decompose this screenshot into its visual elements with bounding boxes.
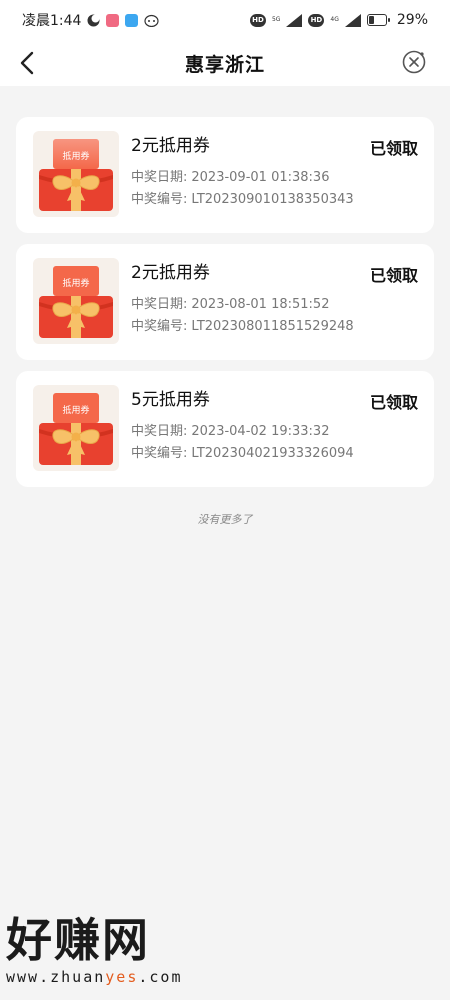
watermark-url-accent: yes [105,968,139,986]
watermark-text: 好赚网 [6,913,150,967]
win-number-label: 中奖编号: [131,319,188,334]
win-number: 中奖编号: LT202309010138350343 [131,188,354,207]
battery-percent: 29% [396,12,428,28]
close-button[interactable] [400,48,428,76]
coupon-image: 抵用券 [33,131,119,217]
hd-badge: HD [249,13,266,27]
no-more-text: 没有更多了 [197,513,253,526]
coupon-image: 抵用券 [33,258,119,344]
win-number-value: LT202308011851529248 [191,319,354,334]
coupon-image: 抵用券 [33,385,119,471]
coupon-card[interactable]: 抵用券 2元抵用券 已领取 中奖日期: 2023-08-01 18:51:52 中… [16,244,434,360]
app-notification-icon [125,13,139,27]
win-date: 中奖日期: 2023-09-01 01:38:36 [131,166,329,185]
signal-icon [286,13,303,27]
nav-bar: 惠享浙江 [0,40,450,86]
moon-icon [87,14,100,26]
back-button[interactable] [14,48,42,78]
status-left: 凌晨1:44 [22,10,160,30]
coupon-image-label: 抵用券 [62,277,89,289]
win-date-label: 中奖日期: [131,170,188,185]
network-type: 4G [330,16,339,23]
coupon-list: 抵用券 2元抵用券 已领取 中奖日期: 2023-09-01 01:38:36 中… [16,117,434,498]
app-notification-icon [106,13,120,27]
watermark-url: www.zhuanyes.com [6,968,206,986]
coupon-title: 2元抵用券 [131,136,210,156]
coupon-status: 已领取 [369,266,418,285]
network-type: 5G [271,16,281,23]
win-number-value: LT202309010138350343 [191,192,354,207]
cat-face-icon [144,14,160,27]
win-date-value: 2023-09-01 01:38:36 [191,170,330,185]
chevron-left-icon [20,51,34,75]
hd-badge: HD [308,13,325,27]
coupon-title: 2元抵用券 [131,263,210,283]
win-date: 中奖日期: 2023-08-01 18:51:52 [131,293,329,312]
coupon-image-label: 抵用券 [62,150,89,162]
win-date-value: 2023-04-02 19:33:32 [191,424,330,439]
win-date: 中奖日期: 2023-04-02 19:33:32 [131,420,329,439]
watermark-url-part: .com [138,968,183,986]
win-date-value: 2023-08-01 18:51:52 [191,297,330,312]
watermark-url-part: www.zhuan [6,968,106,986]
coupon-status: 已领取 [369,393,418,412]
status-time: 凌晨1:44 [22,13,82,29]
coupon-card[interactable]: 抵用券 5元抵用券 已领取 中奖日期: 2023-04-02 19:33:32 中… [16,371,434,487]
coupon-card[interactable]: 抵用券 2元抵用券 已领取 中奖日期: 2023-09-01 01:38:36 中… [16,117,434,233]
status-right: HD 5G HD 4G 29% [249,12,428,28]
coupon-image-label: 抵用券 [62,404,89,416]
battery-icon [366,14,390,26]
page-title: 惠享浙江 [184,53,265,76]
win-date-label: 中奖日期: [131,297,188,312]
watermark: 好赚网 www.zhuanyes.com [6,912,206,994]
status-bar: 凌晨1:44 HD 5G HD 4G 29% [0,0,450,40]
coupon-status: 已领取 [369,139,418,158]
close-circle-icon [402,50,426,74]
coupon-title: 5元抵用券 [131,390,210,410]
win-date-label: 中奖日期: [131,424,188,439]
win-number-label: 中奖编号: [131,192,188,207]
win-number: 中奖编号: LT202308011851529248 [131,315,354,334]
win-number: 中奖编号: LT202304021933326094 [131,442,354,461]
win-number-label: 中奖编号: [131,446,188,461]
win-number-value: LT202304021933326094 [191,446,354,461]
signal-icon [344,13,361,27]
